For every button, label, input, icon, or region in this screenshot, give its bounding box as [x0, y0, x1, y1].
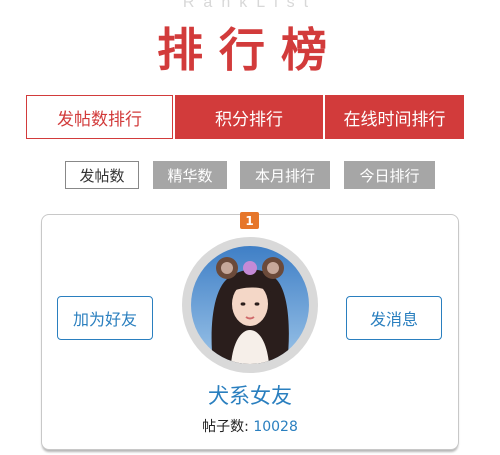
filter-this-month[interactable]: 本月排行 — [240, 161, 330, 189]
background-watermark-text: RankList — [182, 0, 318, 11]
add-friend-button[interactable]: 加为好友 — [57, 296, 153, 340]
filter-today[interactable]: 今日排行 — [344, 161, 435, 189]
filter-bar: 发帖数 精华数 本月排行 今日排行 — [0, 161, 500, 189]
post-count-value: 10028 — [253, 419, 298, 435]
rank-badge: 1 — [240, 212, 259, 229]
filter-post-count[interactable]: 发帖数 — [65, 161, 139, 189]
tab-online-time[interactable]: 在线时间排行 — [323, 95, 464, 139]
page-title: 排行榜 — [157, 23, 343, 77]
post-count: 帖子数: 10028 — [0, 416, 500, 436]
avatar-photo-icon — [191, 246, 309, 364]
username[interactable]: 犬系女友 — [0, 380, 500, 410]
ranking-tabs: 发帖数排行 积分排行 在线时间排行 — [26, 95, 464, 139]
send-message-button[interactable]: 发消息 — [346, 296, 442, 340]
avatar-frame — [182, 237, 318, 373]
tab-points[interactable]: 积分排行 — [173, 95, 323, 139]
post-count-label: 帖子数: — [202, 419, 249, 435]
filter-featured[interactable]: 精华数 — [153, 161, 227, 189]
avatar[interactable] — [191, 246, 309, 364]
tab-post-count[interactable]: 发帖数排行 — [26, 95, 173, 139]
